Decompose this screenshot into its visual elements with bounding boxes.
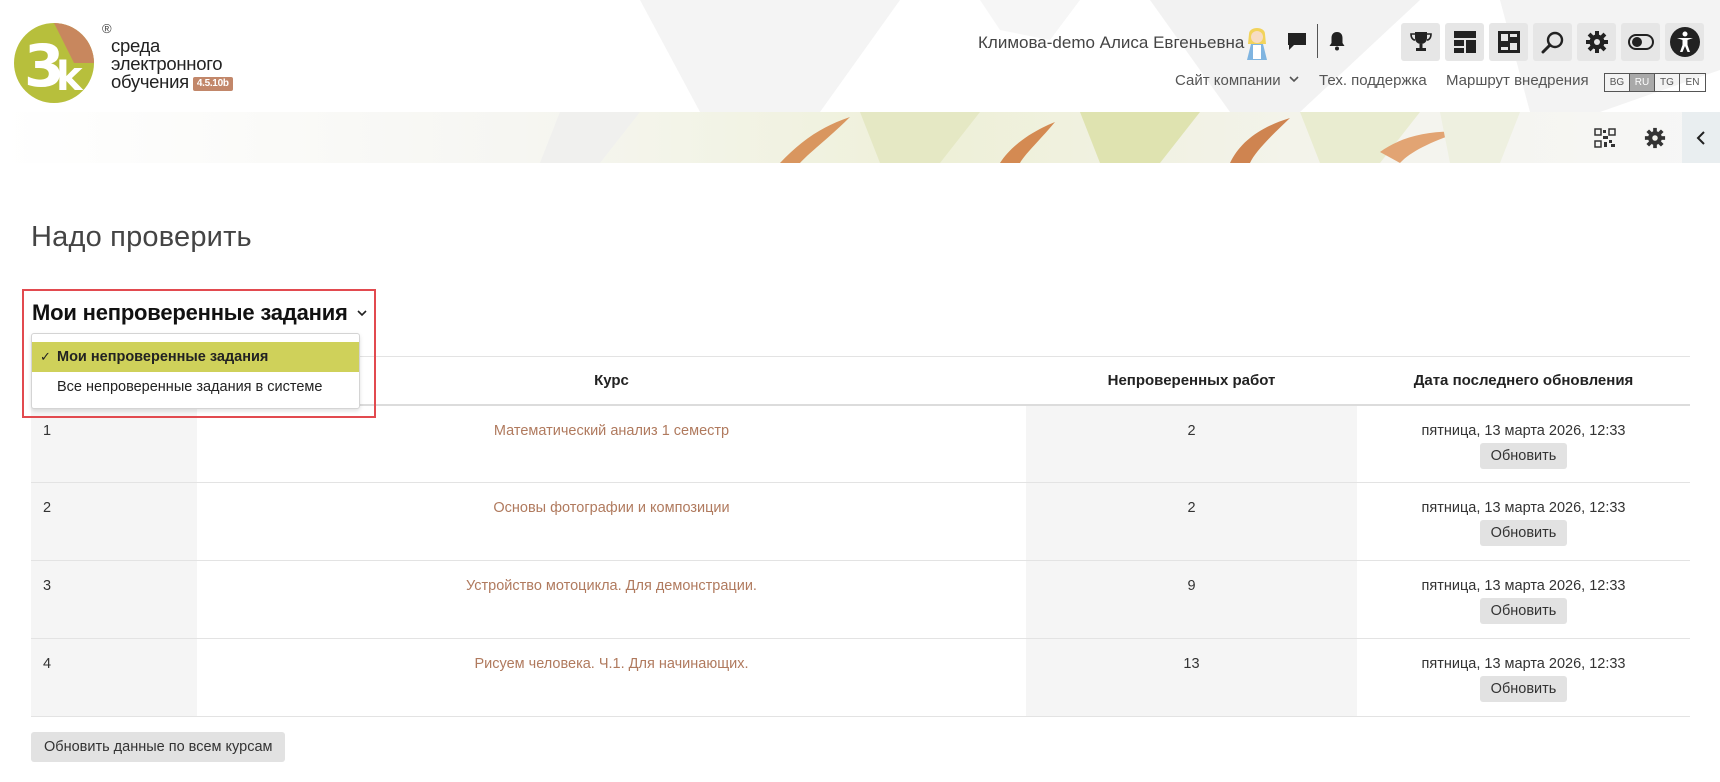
accessibility-button[interactable] [1665,23,1704,61]
refresh-button[interactable]: Обновить [1479,442,1568,469]
svg-text:k: k [56,54,84,100]
user-avatar[interactable] [1243,24,1271,62]
refresh-all-courses-button[interactable]: Обновить данные по всем курсам [31,732,286,762]
dashboard-button[interactable] [1445,23,1484,61]
gear-icon [1585,31,1608,53]
layout-button[interactable] [1489,23,1528,61]
chevron-left-icon [1696,130,1705,145]
notifications-bell-icon[interactable] [1324,28,1350,54]
lang-en[interactable]: EN [1680,74,1705,91]
lang-bg[interactable]: BG [1605,74,1630,91]
chevron-down-icon[interactable] [357,310,367,317]
achievements-button[interactable] [1401,23,1440,61]
updated-date: пятница, 13 марта 2026, 12:33 [1421,656,1626,672]
filter-dropdown-menu: ✓ Мои непроверенные задания Все непровер… [31,333,360,409]
company-site-dropdown[interactable]: Сайт компании [1175,72,1299,89]
unchecked-count: 2 [1026,404,1357,483]
accessibility-icon [1669,27,1700,57]
roadmap-link[interactable]: Маршрут внедрения [1446,72,1589,89]
filter-option-label: Все непроверенные задания в системе [57,379,323,395]
layout-icon [1497,31,1520,53]
updated-date: пятница, 13 марта 2026, 12:33 [1421,422,1626,439]
search-icon [1541,31,1563,54]
filter-option-my-unchecked[interactable]: ✓ Мои непроверенные задания [32,342,359,372]
table-row: 3 Устройство мотоцикла. Для демонстрации… [31,560,1690,639]
page-title: Надо проверить [31,221,252,253]
version-badge: 4.5.10b [192,77,233,91]
column-header-count[interactable]: Непроверенных работ [1026,356,1357,406]
site-logo[interactable]: 3 k ® среда электронного обучения 4.5.10b [14,20,244,106]
messages-icon[interactable] [1284,28,1310,54]
updated-cell: пятница, 13 марта 2026, 12:33 Обновить [1357,404,1690,483]
theme-toggle-button[interactable] [1621,23,1660,61]
trophy-icon [1409,32,1432,51]
gear-icon [1644,127,1666,149]
course-link[interactable]: Устройство мотоцикла. Для демонстрации. [466,578,757,594]
company-site-label: Сайт компании [1175,72,1281,89]
header-divider [1317,24,1318,58]
logo-text: среда электронного обучения 4.5.10b [111,36,233,92]
dashboard-grid-icon [1453,31,1476,53]
table-row: 4 Рисуем человека. Ч.1. Для начинающих. … [31,638,1690,717]
check-icon: ✓ [40,349,51,364]
refresh-button[interactable]: Обновить [1479,598,1568,624]
registered-mark: ® [102,21,112,36]
updated-date: пятница, 13 марта 2026, 12:33 [1421,500,1626,516]
refresh-button[interactable]: Обновить [1479,520,1568,546]
updated-cell: пятница, 13 марта 2026, 12:33 Обновить [1357,638,1690,717]
drawer-toggle-button[interactable] [1682,112,1720,163]
header-banner [0,112,1720,163]
page-header: 3 k ® среда электронного обучения 4.5.10b… [0,0,1720,163]
unchecked-count: 2 [1026,482,1357,561]
filter-option-label: Мои непроверенные задания [57,349,269,365]
language-switcher: BG RU TG EN [1604,73,1706,92]
refresh-button[interactable]: Обновить [1479,676,1568,702]
lang-tg[interactable]: TG [1655,74,1680,91]
course-link[interactable]: Рисуем человека. Ч.1. Для начинающих. [474,656,748,672]
updated-date: пятница, 13 марта 2026, 12:33 [1421,578,1626,594]
updated-cell: пятница, 13 марта 2026, 12:33 Обновить [1357,560,1690,639]
filter-dropdown-toggle[interactable]: Мои непроверенные задания [32,300,348,326]
row-number: 2 [31,482,197,561]
unchecked-count: 9 [1026,560,1357,639]
qr-code-icon [1594,128,1616,148]
course-link[interactable]: Основы фотографии и композиции [493,500,729,516]
filter-option-all-unchecked[interactable]: Все непроверенные задания в системе [32,372,359,402]
search-button[interactable] [1533,23,1572,61]
table-row: 2 Основы фотографии и композиции 2 пятни… [31,482,1690,561]
logo-3k-mark: 3 k [14,23,94,103]
toggle-icon [1627,34,1654,50]
updated-cell: пятница, 13 марта 2026, 12:33 Обновить [1357,482,1690,561]
row-number: 3 [31,560,197,639]
column-header-date[interactable]: Дата последнего обновления [1357,356,1690,406]
settings-button[interactable] [1577,23,1616,61]
logo-line-3: обучения [111,71,189,92]
chevron-down-icon [1289,76,1299,83]
lang-ru[interactable]: RU [1630,74,1655,91]
qr-code-button[interactable] [1593,126,1617,150]
unchecked-count: 13 [1026,638,1357,717]
support-link[interactable]: Тех. поддержка [1319,72,1427,89]
course-link[interactable]: Математический анализ 1 семестр [494,423,729,439]
row-number: 4 [31,638,197,717]
user-name[interactable]: Климова-demo Алиса Евгеньевна [978,33,1244,53]
page-settings-button[interactable] [1643,126,1667,150]
